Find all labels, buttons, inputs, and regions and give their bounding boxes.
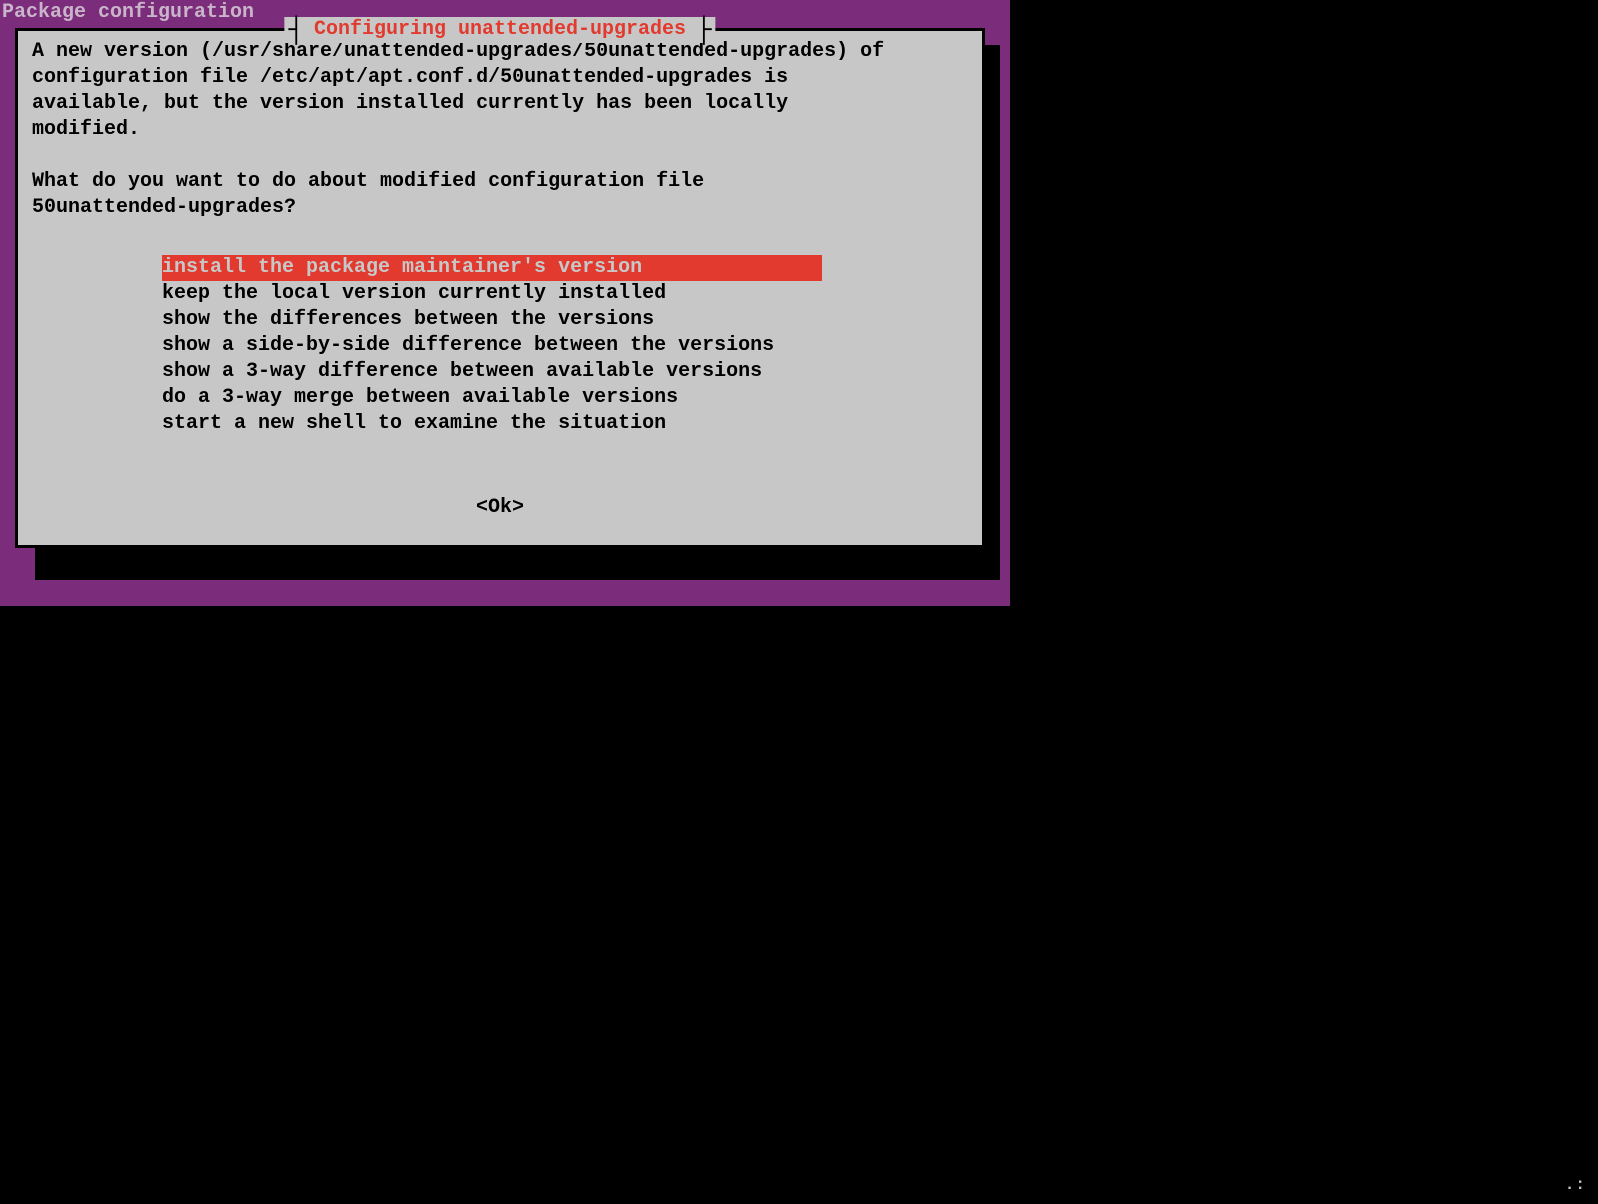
header-title: Package configuration	[2, 0, 254, 26]
prompt-line: What do you want to do about modified co…	[32, 169, 968, 195]
resize-grip-icon: .:	[1565, 1172, 1586, 1198]
options-list: install the package maintainer's version…	[162, 255, 968, 437]
dialog-title-bar: ┤ Configuring unattended-upgrades ├	[284, 17, 715, 43]
option-3way-merge[interactable]: do a 3-way merge between available versi…	[162, 385, 822, 411]
description-line: available, but the version installed cur…	[32, 91, 968, 117]
option-side-by-side-diff[interactable]: show a side-by-side difference between t…	[162, 333, 822, 359]
option-3way-diff[interactable]: show a 3-way difference between availabl…	[162, 359, 822, 385]
title-bracket-right: ├	[696, 20, 712, 40]
title-bracket-left: ┤	[288, 20, 304, 40]
option-keep-local[interactable]: keep the local version currently install…	[162, 281, 822, 307]
ok-button[interactable]: <Ok>	[476, 495, 524, 521]
blank-line	[32, 143, 968, 169]
dialog-body: A new version (/usr/share/unattended-upg…	[18, 31, 982, 445]
dialog-title: Configuring unattended-upgrades	[308, 17, 692, 43]
description-line: modified.	[32, 117, 968, 143]
option-new-shell[interactable]: start a new shell to examine the situati…	[162, 411, 822, 437]
option-show-diff[interactable]: show the differences between the version…	[162, 307, 822, 333]
config-dialog: ┤ Configuring unattended-upgrades ├ A ne…	[15, 28, 985, 548]
description-line: configuration file /etc/apt/apt.conf.d/5…	[32, 65, 968, 91]
prompt-line: 50unattended-upgrades?	[32, 195, 968, 221]
option-install-maintainer[interactable]: install the package maintainer's version	[162, 255, 822, 281]
